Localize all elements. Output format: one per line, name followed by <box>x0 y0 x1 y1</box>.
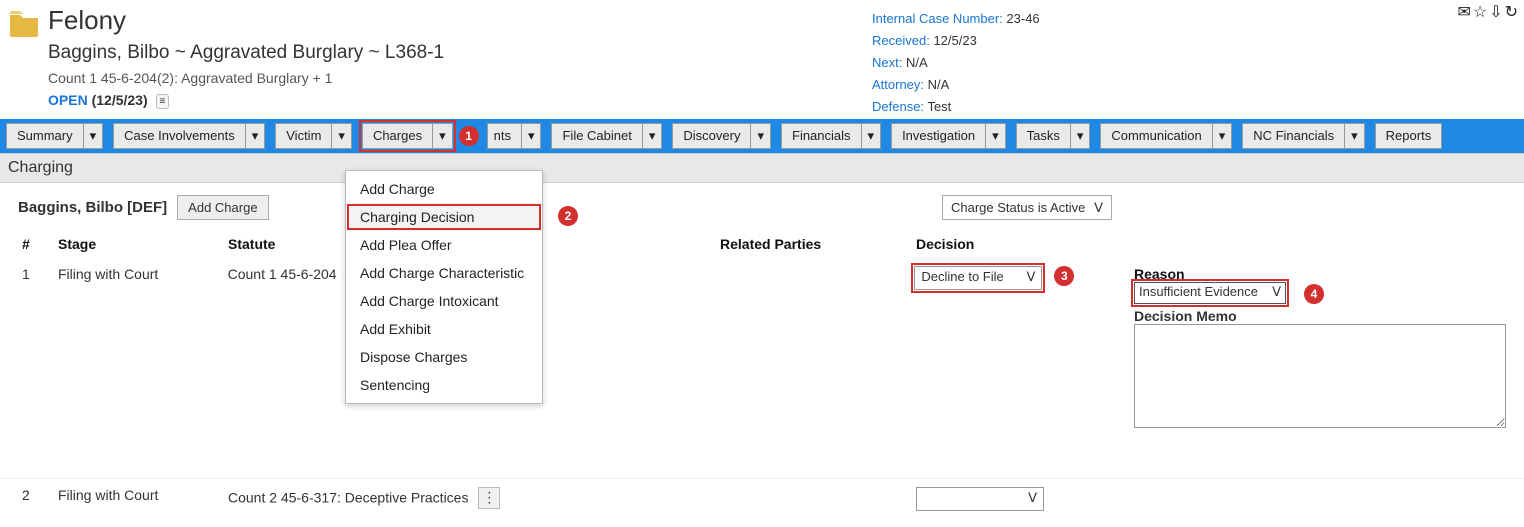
meta-internal-label: Internal Case Number: <box>872 11 1003 26</box>
dropdown-add-characteristic[interactable]: Add Charge Characteristic <box>346 259 542 287</box>
defendant-name: Baggins, Bilbo [DEF] <box>18 199 167 216</box>
dropdown-charging-decision[interactable]: Charging Decision <box>346 203 542 231</box>
decision-memo-textarea[interactable] <box>1134 324 1506 428</box>
row-statute: Count 2 45-6-317: Deceptive Practices <box>228 489 468 505</box>
meta-received-label: Received: <box>872 33 930 48</box>
col-decision: Decision <box>916 236 1136 252</box>
col-related: Related Parties <box>720 236 916 252</box>
nav-communication-dd[interactable]: ▾ <box>1213 123 1233 149</box>
nav-partial-nts[interactable]: nts <box>487 123 522 149</box>
nav-case-involvements-dd[interactable]: ▾ <box>246 123 266 149</box>
charges-dropdown: Add Charge Charging Decision Add Plea Of… <box>345 170 543 404</box>
annotation-3: 3 <box>1054 266 1074 286</box>
meta-next-label: Next: <box>872 55 902 70</box>
folder-icon <box>8 9 40 37</box>
table-row: 1 Filing with Court Count 1 45-6-204 Dec… <box>0 258 1524 438</box>
case-title: Baggins, Bilbo ~ Aggravated Burglary ~ L… <box>48 42 444 64</box>
case-status-date: (12/5/23) <box>92 92 148 108</box>
meta-next-value: N/A <box>906 55 928 70</box>
row-number: 2 <box>22 487 58 503</box>
table-row: 2 Filing with Court Count 2 45-6-317: De… <box>0 478 1524 521</box>
decision-select[interactable]: Decline to File ᐯ <box>914 266 1042 290</box>
dropdown-add-charge[interactable]: Add Charge <box>346 175 542 203</box>
status-menu-icon[interactable]: ≡ <box>156 94 170 109</box>
chevron-down-icon: ᐯ <box>1026 269 1035 285</box>
nav-victim-dd[interactable]: ▾ <box>332 123 352 149</box>
refresh-icon[interactable]: ↻ <box>1505 2 1518 22</box>
nav-reports[interactable]: Reports <box>1375 123 1443 149</box>
add-charge-button[interactable]: Add Charge <box>177 195 268 220</box>
meta-attorney-label: Attorney: <box>872 77 924 92</box>
dropdown-add-plea[interactable]: Add Plea Offer <box>346 231 542 259</box>
nav-case-involvements[interactable]: Case Involvements <box>113 123 246 149</box>
meta-defense-value: Test <box>927 99 951 114</box>
star-icon[interactable]: ☆ <box>1473 2 1487 22</box>
dropdown-dispose[interactable]: Dispose Charges <box>346 343 542 371</box>
col-number: # <box>22 236 58 252</box>
nav-victim[interactable]: Victim <box>275 123 332 149</box>
case-status: OPEN <box>48 92 88 108</box>
nav-summary[interactable]: Summary <box>6 123 84 149</box>
case-subtitle: Count 1 45-6-204(2): Aggravated Burglary… <box>48 70 444 86</box>
decision-value: Decline to File <box>921 269 1003 284</box>
dropdown-add-exhibit[interactable]: Add Exhibit <box>346 315 542 343</box>
meta-defense-label: Defense: <box>872 99 924 114</box>
mail-icon[interactable]: ✉ <box>1457 2 1470 22</box>
nav-nc-financials[interactable]: NC Financials <box>1242 123 1345 149</box>
annotation-4: 4 <box>1304 284 1324 304</box>
row-stage: Filing with Court <box>58 487 228 503</box>
decision-select[interactable]: ᐯ <box>916 487 1044 511</box>
download-icon[interactable]: ⇩ <box>1489 2 1502 22</box>
nav-investigation[interactable]: Investigation <box>891 123 986 149</box>
nav-charges-dd[interactable]: ▾ <box>433 123 453 149</box>
col-stage: Stage <box>58 236 228 252</box>
row-number: 1 <box>22 266 58 282</box>
window-action-icons: ✉ ☆ ⇩ ↻ <box>1457 2 1518 22</box>
nav-discovery[interactable]: Discovery <box>672 123 751 149</box>
meta-internal-value: 23-46 <box>1006 11 1039 26</box>
nav-tasks-dd[interactable]: ▾ <box>1071 123 1091 149</box>
nav-summary-dd[interactable]: ▾ <box>84 123 104 149</box>
chevron-down-icon: ᐯ <box>1028 490 1037 506</box>
nav-nc-financials-dd[interactable]: ▾ <box>1345 123 1365 149</box>
nav-discovery-dd[interactable]: ▾ <box>751 123 771 149</box>
annotation-2: 2 <box>558 206 578 226</box>
reason-label: Reason <box>1134 266 1506 282</box>
navbar: Summary▾ Case Involvements▾ Victim▾ Char… <box>0 119 1524 153</box>
reason-value: Insufficient Evidence <box>1139 284 1258 299</box>
row-actions-button[interactable]: ⋮ <box>478 487 500 509</box>
chevron-down-icon: ᐯ <box>1094 200 1103 216</box>
nav-file-cabinet[interactable]: File Cabinet <box>551 123 642 149</box>
dropdown-sentencing[interactable]: Sentencing <box>346 371 542 399</box>
nav-investigation-dd[interactable]: ▾ <box>986 123 1006 149</box>
section-title: Charging <box>0 153 1524 183</box>
case-type: Felony <box>48 5 444 36</box>
nav-charges[interactable]: Charges <box>362 123 433 149</box>
charge-status-filter-value: Charge Status is Active <box>951 200 1085 215</box>
dropdown-add-intoxicant[interactable]: Add Charge Intoxicant <box>346 287 542 315</box>
annotation-1: 1 <box>459 126 479 146</box>
nav-communication[interactable]: Communication <box>1100 123 1212 149</box>
row-stage: Filing with Court <box>58 266 228 282</box>
nav-file-cabinet-dd[interactable]: ▾ <box>643 123 663 149</box>
reason-select[interactable]: Insufficient Evidence ᐯ <box>1134 282 1286 304</box>
meta-received-value: 12/5/23 <box>933 33 976 48</box>
chevron-down-icon: ᐯ <box>1272 284 1281 300</box>
nav-partial-nts-dd[interactable]: ▾ <box>522 123 542 149</box>
nav-financials-dd[interactable]: ▾ <box>862 123 882 149</box>
memo-label: Decision Memo <box>1134 308 1506 324</box>
meta-attorney-value: N/A <box>928 77 950 92</box>
charge-status-filter[interactable]: Charge Status is Active ᐯ <box>942 195 1112 220</box>
case-meta-block: Internal Case Number: 23-46 Received: 12… <box>872 8 1040 118</box>
nav-tasks[interactable]: Tasks <box>1016 123 1071 149</box>
nav-financials[interactable]: Financials <box>781 123 862 149</box>
